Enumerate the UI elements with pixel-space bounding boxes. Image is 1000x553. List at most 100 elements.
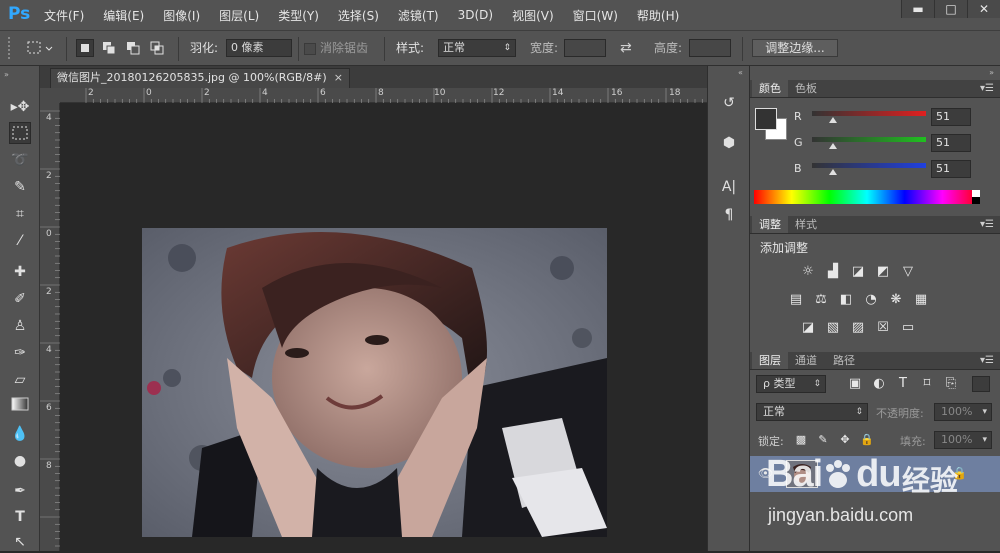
tab-layers[interactable]: 图层 [752,352,788,369]
clone-stamp-tool-icon[interactable]: ♙ [9,315,31,337]
close-tab-icon[interactable]: × [334,69,343,87]
brush-tool-icon[interactable]: ✐ [9,288,31,310]
filter-shape-icon[interactable]: ⌑ [918,376,936,392]
filter-toggle[interactable] [972,376,990,392]
filter-adjustment-icon[interactable]: ◐ [870,376,888,392]
blue-slider[interactable] [812,163,926,168]
red-slider-thumb[interactable] [829,117,837,123]
3d-panel-icon[interactable]: ⬢ [718,132,740,154]
green-slider[interactable] [812,137,926,142]
healing-brush-tool-icon[interactable]: ✚ [9,261,31,283]
collapse-arrows-icon[interactable]: « [738,68,743,77]
brightness-icon[interactable]: ☼ [799,264,817,280]
tab-paths[interactable]: 路径 [826,352,862,369]
intersect-selection-button[interactable] [148,39,166,57]
levels-icon[interactable]: ▟ [824,264,842,280]
layer-filter-select[interactable]: ρ 类型 ⇕ [756,375,826,393]
threshold-icon[interactable]: ▨ [849,320,867,336]
channel-mixer-icon[interactable]: ❋ [887,292,905,308]
quick-select-tool-icon[interactable]: ✎ [9,176,31,198]
horizontal-ruler[interactable]: 2 0 2 4 6 8 10 12 14 16 18 [60,88,707,103]
eraser-tool-icon[interactable]: ▱ [9,369,31,391]
menu-file[interactable]: 文件(F) [44,7,84,24]
panel-menu-icon[interactable]: ▾☰ [980,352,994,369]
document-photo[interactable] [142,228,607,537]
gradient-tool-icon[interactable] [9,396,31,418]
minimize-button[interactable]: ▬ [901,0,934,18]
antialias-checkbox[interactable] [304,43,316,55]
filter-pixel-icon[interactable]: ▣ [846,376,864,392]
menu-image[interactable]: 图像(I) [163,7,200,24]
vibrance-icon[interactable]: ▽ [899,264,917,280]
blend-mode-select[interactable]: 正常 ⇕ [756,403,868,421]
color-balance-icon[interactable]: ⚖ [812,292,830,308]
crop-tool-icon[interactable]: ⌗ [9,203,31,225]
refine-edge-button[interactable]: 调整边缘... [752,39,838,57]
filter-type-icon[interactable]: T [894,376,912,392]
gradient-map-icon[interactable]: ▭ [899,320,917,336]
blue-slider-thumb[interactable] [829,169,837,175]
color-lookup-icon[interactable]: ▦ [912,292,930,308]
lasso-tool-icon[interactable]: ➰ [9,149,31,171]
collapse-arrows-icon[interactable]: » [4,70,9,79]
dodge-tool-icon[interactable]: ● [9,450,31,472]
panel-menu-icon[interactable]: ▾☰ [980,216,994,233]
menu-window[interactable]: 窗口(W) [573,7,618,24]
exposure-icon[interactable]: ◩ [874,264,892,280]
paragraph-panel-icon[interactable]: ¶ [718,204,740,226]
opacity-input[interactable]: 100% ▾ [934,403,992,421]
move-tool-icon[interactable]: ▸✥ [9,96,31,118]
posterize-icon[interactable]: ▧ [824,320,842,336]
green-slider-thumb[interactable] [829,143,837,149]
menu-layer[interactable]: 图层(L) [219,7,259,24]
ruler-origin[interactable] [40,88,60,103]
menu-select[interactable]: 选择(S) [338,7,379,24]
type-tool-icon[interactable]: T [9,506,31,528]
blue-value-input[interactable]: 51 [931,160,971,178]
foreground-color-swatch[interactable] [755,108,777,130]
width-input[interactable] [564,39,606,57]
menu-type[interactable]: 类型(Y) [278,7,319,24]
style-select[interactable]: 正常 ⇕ [438,39,516,57]
add-selection-button[interactable] [100,39,118,57]
maximize-button[interactable]: □ [934,0,967,18]
green-value-input[interactable]: 51 [931,134,971,152]
close-button[interactable]: ✕ [967,0,1000,18]
menu-help[interactable]: 帮助(H) [637,7,679,24]
tab-styles[interactable]: 样式 [788,216,824,233]
tab-swatches[interactable]: 色板 [788,80,824,97]
new-selection-button[interactable] [76,39,94,57]
swap-width-height-icon[interactable]: ⇄ [620,39,638,57]
blur-tool-icon[interactable]: 💧 [9,423,31,445]
white-swatch[interactable] [972,190,980,197]
panel-menu-icon[interactable]: ▾☰ [980,80,994,97]
marquee-preset-button[interactable] [26,39,56,57]
character-panel-icon[interactable]: A| [718,176,740,198]
history-panel-icon[interactable]: ↺ [718,92,740,114]
menu-edit[interactable]: 编辑(E) [103,7,144,24]
curves-icon[interactable]: ◪ [849,264,867,280]
selective-color-icon[interactable]: ☒ [874,320,892,336]
menu-view[interactable]: 视图(V) [512,7,554,24]
rect-marquee-tool-icon[interactable] [9,122,31,144]
tab-channels[interactable]: 通道 [788,352,824,369]
tab-color[interactable]: 颜色 [752,80,788,97]
hue-saturation-icon[interactable]: ▤ [787,292,805,308]
document-tab[interactable]: 微信图片_20180126205835.jpg @ 100%(RGB/8#) × [50,68,350,88]
eyedropper-tool-icon[interactable]: ⁄ [9,230,31,252]
color-spectrum-bar[interactable] [754,190,980,204]
feather-input[interactable]: 0 像素 [226,39,292,57]
black-white-icon[interactable]: ◧ [837,292,855,308]
red-slider[interactable] [812,111,926,116]
tab-adjustments[interactable]: 调整 [752,216,788,233]
photo-filter-icon[interactable]: ◔ [862,292,880,308]
filter-smart-icon[interactable]: ⎘ [942,376,960,392]
history-brush-tool-icon[interactable]: ✑ [9,342,31,364]
invert-icon[interactable]: ◪ [799,320,817,336]
menu-3d[interactable]: 3D(D) [458,8,493,22]
path-select-tool-icon[interactable]: ↖ [9,531,31,553]
collapse-arrows-icon[interactable]: » [989,68,994,77]
black-swatch[interactable] [972,197,980,204]
red-value-input[interactable]: 51 [931,108,971,126]
menu-filter[interactable]: 滤镜(T) [398,7,439,24]
